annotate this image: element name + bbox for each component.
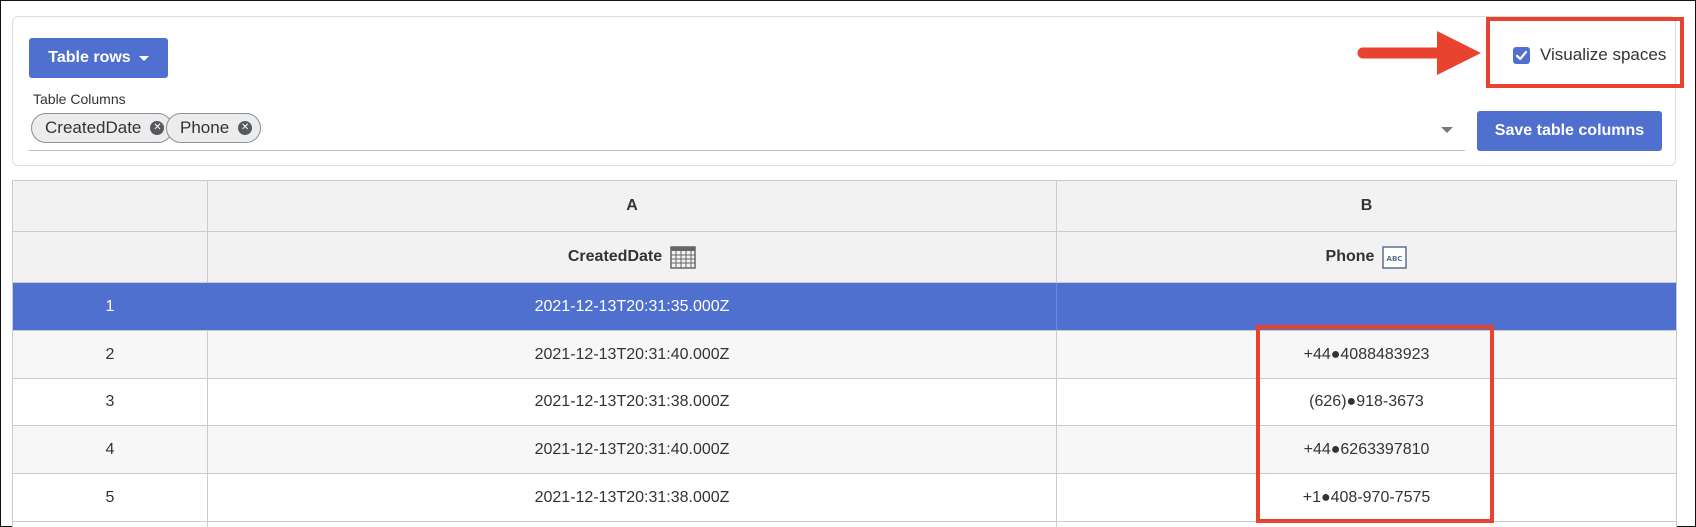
column-header-label: Phone	[1325, 248, 1375, 265]
column-header-phone[interactable]: Phone ABC	[1057, 232, 1676, 282]
abc-text-icon: ABC	[1382, 245, 1408, 269]
column-tag-phone: Phone ✕	[166, 113, 262, 143]
remove-tag-icon[interactable]: ✕	[238, 121, 253, 135]
column-header-label: CreatedDate	[567, 248, 663, 265]
row-index-cell[interactable]: 1	[13, 283, 208, 330]
row-index-cell	[13, 522, 208, 527]
table-rows-label: Table rows	[48, 49, 131, 66]
annotation-highlight-box	[1486, 17, 1684, 88]
createddate-cell[interactable]: 2021-12-13T20:31:38.000Z	[208, 474, 1057, 521]
dropdown-caret-icon[interactable]	[1441, 127, 1453, 133]
createddate-cell[interactable]: 2021-12-13T20:31:38.000Z	[208, 379, 1057, 425]
table-rows-button[interactable]: Table rows	[29, 38, 168, 78]
createddate-cell[interactable]: 2021-12-13T20:31:35.000Z	[208, 283, 1057, 330]
caret-down-icon	[138, 56, 149, 61]
column-name-header-row: CreatedDate Phone ABC	[13, 232, 1676, 283]
column-letter-header-row: A B	[13, 181, 1676, 232]
column-tag-createddate: CreatedDate ✕	[31, 113, 174, 143]
createddate-cell[interactable]: 2021-12-13T20:31:40.000Z	[208, 331, 1057, 378]
row-index-cell[interactable]: 3	[13, 379, 208, 425]
annotation-highlight-box	[1256, 325, 1494, 523]
annotation-arrow-icon	[1357, 31, 1481, 75]
createddate-cell	[208, 522, 1057, 527]
table-columns-select[interactable]: CreatedDate ✕ Phone ✕	[29, 109, 1465, 151]
corner-cell	[13, 232, 208, 282]
column-letter-b[interactable]: B	[1057, 181, 1676, 231]
column-letter-a[interactable]: A	[208, 181, 1057, 231]
table-columns-label: Table Columns	[33, 91, 126, 107]
createddate-cell[interactable]: 2021-12-13T20:31:40.000Z	[208, 426, 1057, 473]
table-row[interactable]: 1 2021-12-13T20:31:35.000Z	[13, 283, 1676, 331]
column-tag-label: CreatedDate	[45, 118, 142, 137]
row-index-cell[interactable]: 2	[13, 331, 208, 378]
corner-cell	[13, 181, 208, 231]
column-header-createddate[interactable]: CreatedDate	[208, 232, 1057, 282]
svg-text:ABC: ABC	[1387, 255, 1403, 263]
remove-tag-icon[interactable]: ✕	[150, 121, 165, 135]
save-table-columns-button[interactable]: Save table columns	[1477, 111, 1662, 151]
row-index-cell[interactable]: 4	[13, 426, 208, 473]
row-index-cell[interactable]: 5	[13, 474, 208, 521]
column-tag-label: Phone	[180, 118, 230, 137]
calendar-icon	[670, 245, 696, 269]
phone-cell[interactable]	[1057, 283, 1676, 330]
